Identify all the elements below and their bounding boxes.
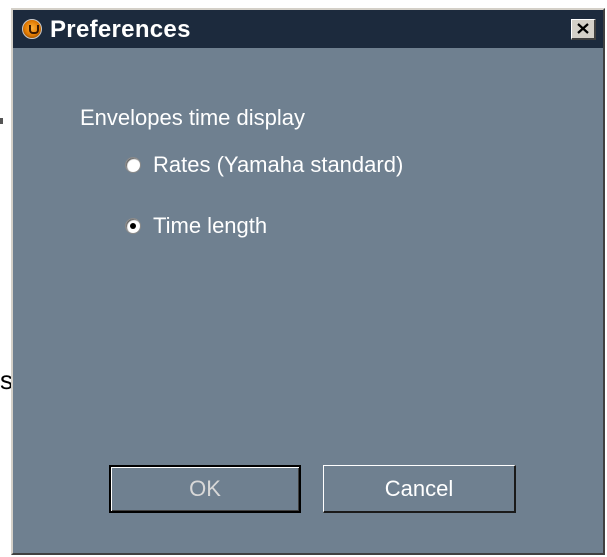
radio-button-rates[interactable]: [125, 157, 141, 173]
background-window-fragment: [0, 118, 3, 124]
radio-option-time-length[interactable]: Time length: [125, 213, 267, 239]
preferences-dialog: Preferences Envelopes time display Rates…: [11, 8, 605, 555]
radio-label-time-length[interactable]: Time length: [153, 213, 267, 239]
close-button[interactable]: [571, 19, 596, 40]
cancel-button[interactable]: Cancel: [323, 465, 516, 513]
app-logo-icon: [22, 19, 42, 39]
radio-label-rates[interactable]: Rates (Yamaha standard): [153, 152, 403, 178]
close-icon: [577, 23, 589, 34]
envelopes-time-display-label: Envelopes time display: [80, 105, 306, 130]
radio-option-rates[interactable]: Rates (Yamaha standard): [125, 152, 403, 178]
ok-button[interactable]: OK: [109, 465, 301, 513]
radio-button-time-length[interactable]: [125, 218, 141, 234]
window-title: Preferences: [50, 16, 191, 43]
title-bar[interactable]: Preferences: [13, 10, 603, 48]
